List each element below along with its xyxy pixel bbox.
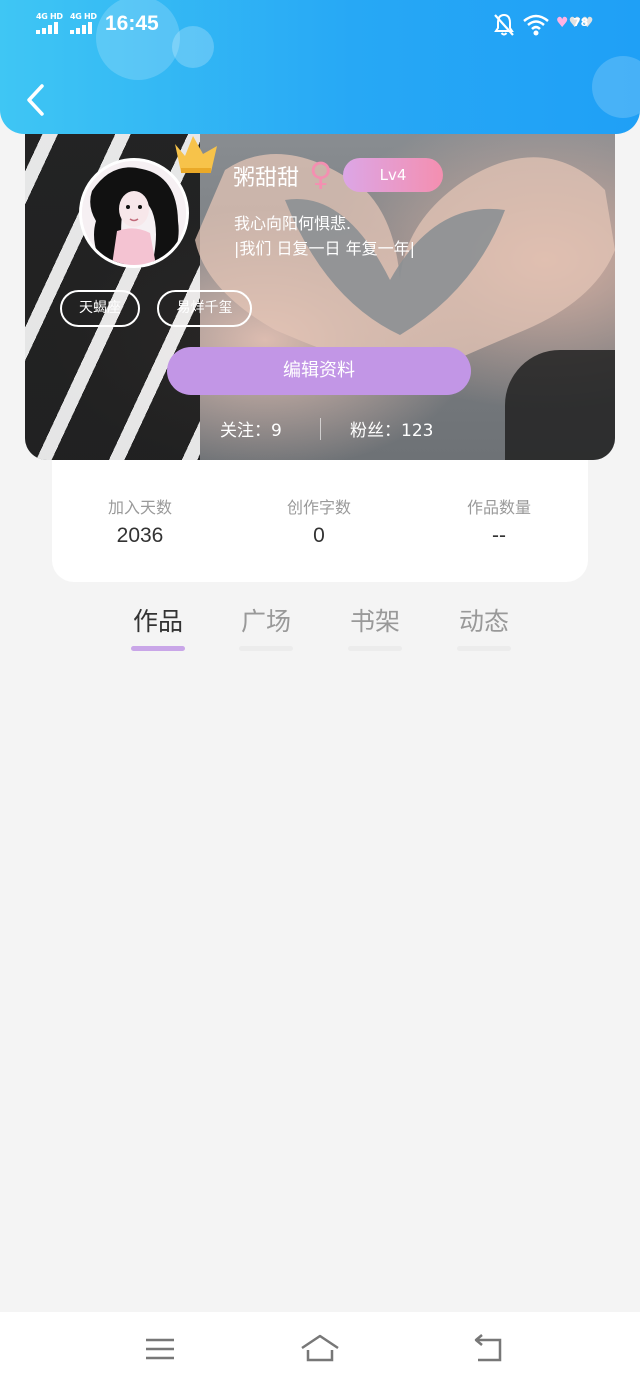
tab-label: 动态 [458, 607, 509, 636]
edit-profile-button[interactable]: 编辑资料 [167, 347, 471, 395]
mute-bell-icon [494, 13, 514, 36]
followers-count[interactable]: 粉丝：123 [350, 416, 433, 441]
stat-word-count: 创作字数 0 [244, 494, 394, 548]
profile-tag[interactable]: 易烊千玺 [157, 290, 252, 327]
tab-label: 作品 [132, 607, 183, 636]
profile-tag[interactable]: 天蝎座 [60, 290, 140, 327]
signature-line: |我们 日复一日 年复一年| [234, 239, 415, 258]
tab-works[interactable]: 作品 [128, 602, 188, 651]
stat-label: 加入天数 [107, 498, 172, 517]
stat-label: 作品数量 [466, 498, 531, 517]
tab-plaza[interactable]: 广场 [236, 602, 296, 651]
tab-indicator [239, 646, 293, 651]
status-time: 16:45 [105, 12, 159, 35]
stat-works-count: 作品数量 -- [424, 494, 574, 548]
stat-join-days: 加入天数 2036 [65, 494, 215, 548]
divider [320, 418, 321, 440]
system-nav-bar [0, 1312, 640, 1387]
tab-indicator [457, 646, 511, 651]
battery-icon: ♥♥♥ 78 [556, 15, 594, 31]
home-icon[interactable] [300, 1332, 340, 1366]
back-chevron-icon[interactable] [22, 82, 50, 118]
stat-value: 2036 [116, 524, 164, 547]
signal-icon: 4G HD [70, 12, 100, 36]
stat-label: 创作字数 [286, 498, 351, 517]
menu-icon[interactable] [140, 1332, 180, 1366]
tab-activity[interactable]: 动态 [454, 602, 514, 651]
following-count[interactable]: 关注：9 [220, 416, 282, 441]
back-arrow-icon[interactable] [468, 1332, 508, 1366]
profile-card: 粥甜甜 ♀ Lv4 我心向阳何惧悲. |我们 日复一日 年复一年| 天蝎座 易烊… [25, 110, 615, 460]
user-name: 粥甜甜 [233, 166, 300, 191]
tab-bookshelf[interactable]: 书架 [345, 602, 405, 651]
signal-icon: 4G HD [36, 12, 66, 36]
follow-stats: 关注：9 粉丝：123 [25, 416, 615, 441]
crown-icon [175, 136, 217, 173]
stat-value: 0 [313, 524, 325, 547]
decor-bubble [592, 56, 640, 118]
tab-indicator [348, 646, 402, 651]
stats-card: 加入天数 2036 创作字数 0 作品数量 -- [52, 440, 588, 582]
tab-indicator [131, 646, 185, 651]
wifi-icon [523, 14, 549, 36]
female-icon: ♀ [309, 155, 333, 193]
tab-label: 广场 [240, 607, 291, 636]
status-bar: 4G HD 4G HD 16:45 ♥♥♥ 78 [0, 0, 640, 50]
stat-value: -- [492, 524, 506, 547]
signature-line: 我心向阳何惧悲. [234, 214, 352, 233]
level-badge: Lv4 [343, 158, 443, 192]
tab-label: 书架 [349, 607, 400, 636]
top-header: 4G HD 4G HD 16:45 ♥♥♥ 78 [0, 0, 640, 134]
